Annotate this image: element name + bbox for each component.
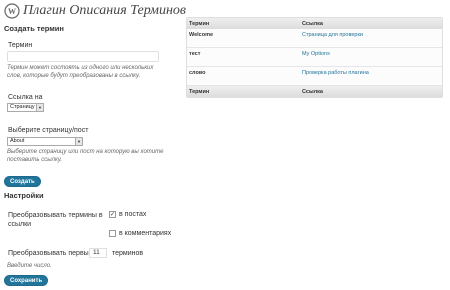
convert-label-line: ссылки [8,221,32,228]
chevron-down-icon: ▼ [75,138,82,145]
link-to-select[interactable]: Страницу ▼ [7,103,44,112]
term-cell[interactable]: тест [187,51,302,57]
convert-label-line: Преобразовывать термины в [8,212,103,219]
term-cell[interactable]: Welcome [187,32,302,38]
page-select[interactable]: About ▼ [7,137,83,146]
in-comments-checkbox[interactable] [109,230,116,237]
link-cell[interactable]: My Options [302,51,442,57]
table-header: Термин Ссылка [187,18,442,29]
create-button[interactable]: Создать [4,176,41,187]
link-to-label: Ссылка на [8,94,43,101]
term-cell[interactable]: слово [187,70,302,76]
settings-heading: Настройки [4,191,44,200]
column-header-link: Ссылка [302,20,323,27]
create-term-heading: Создать термин [4,24,64,33]
page-desc-line: Выберите страницу или пост на которую вы… [7,149,164,155]
in-posts-checkbox[interactable]: ✓ [109,211,116,218]
convert-label: Преобразовывать термины в ссылки [8,211,103,229]
table-footer: Термин Ссылка [187,86,442,97]
column-footer-term: Термин [189,88,210,95]
link-cell[interactable]: Страница для проверки [302,32,442,38]
column-footer-link: Ссылка [302,88,323,95]
page-label: Выберите страницу/пост [8,127,89,134]
term-desc-line: Термин может состоять из одного или неск… [7,65,154,71]
table-row: Welcome Страница для проверки [187,29,442,48]
table-row: тест My Options [187,48,442,67]
page-selected: About [10,138,25,144]
column-header-term: Термин [189,20,210,27]
first-count-input[interactable]: 11 [89,248,107,258]
page-description: Выберите страницу или пост на которую вы… [7,148,163,164]
page-title: Плагин Описания Терминов [23,3,186,18]
term-input[interactable] [7,51,159,62]
terms-table: Термин Ссылка Welcome Страница для прове… [186,17,443,98]
page-desc-line: поставить ссылку. [7,157,63,163]
first-suffix: терминов [112,250,144,257]
term-desc-line: слов, которые будут преобразованы в ссыл… [7,73,141,79]
chevron-down-icon: ▼ [36,104,43,111]
number-hint: Введите число. [7,263,52,269]
svg-text:W: W [8,7,16,16]
table-body: Welcome Страница для проверки тест My Op… [187,29,442,86]
in-comments-label: в комментариях [119,230,172,237]
link-cell[interactable]: Проверка работы плагина [302,70,442,76]
link-to-selected: Страницу [10,104,35,110]
first-label: Преобразовывать первые [8,250,93,257]
page-header: W Плагин Описания Терминов [4,2,186,20]
save-button[interactable]: Сохранить [4,275,49,286]
wordpress-logo-icon: W [4,3,20,19]
term-description: Термин может состоять из одного или неск… [7,64,153,80]
term-label: Термин [8,42,33,49]
in-posts-label: в постах [119,211,147,218]
table-row: слово Проверка работы плагина [187,67,442,86]
